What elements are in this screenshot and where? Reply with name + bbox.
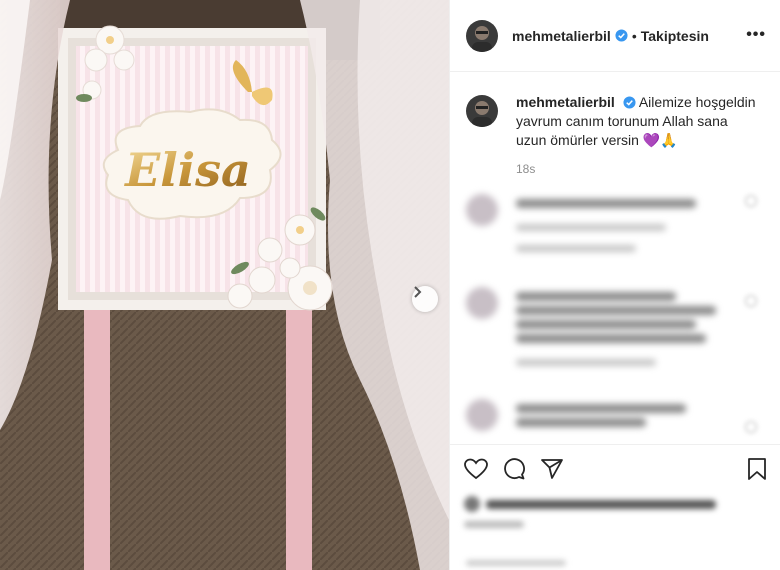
- comment-like-icon[interactable]: [745, 295, 757, 307]
- comment-like-icon[interactable]: [745, 195, 757, 207]
- bookmark-icon[interactable]: [747, 457, 767, 481]
- verified-badge-icon: [623, 96, 636, 109]
- commenter-avatar: [466, 194, 498, 226]
- verified-badge-icon: [615, 29, 628, 42]
- caption-body: mehmetalierbil Ailemize hoşgeldin yavrum…: [516, 93, 756, 150]
- comments-section: mehmetalierbil Ailemize hoşgeldin yavrum…: [450, 73, 780, 443]
- blurred-comment: [466, 194, 765, 257]
- comment-like-icon[interactable]: [745, 421, 757, 433]
- follow-status-button[interactable]: Takiptesin: [641, 28, 709, 44]
- post-sidebar: mehmetalierbil • Takiptesin ••• mehmetal…: [449, 0, 780, 570]
- add-comment-blurred: [466, 560, 566, 566]
- share-icon[interactable]: [540, 457, 564, 481]
- post-photo[interactable]: Elisa: [0, 0, 449, 570]
- commenter-avatar: [466, 399, 498, 431]
- post-header: mehmetalierbil • Takiptesin •••: [450, 0, 780, 72]
- more-options-button[interactable]: •••: [746, 26, 766, 44]
- caption-author-avatar[interactable]: [466, 95, 498, 127]
- sign-text: Elisa: [123, 143, 251, 197]
- post-actions: [450, 444, 780, 528]
- next-photo-button[interactable]: [412, 286, 438, 312]
- heart-icon[interactable]: [464, 458, 488, 480]
- author-avatar[interactable]: [466, 19, 498, 52]
- caption: mehmetalierbil Ailemize hoşgeldin yavrum…: [466, 93, 765, 150]
- instagram-post: Elisa mehmetalierbil • Takiptesin ••• me…: [0, 0, 780, 570]
- blurred-comment: [466, 287, 765, 371]
- post-date-blurred: [464, 521, 524, 528]
- separator-dot: •: [631, 27, 637, 44]
- caption-time[interactable]: 18s: [516, 162, 765, 176]
- photo-illustration: Elisa: [0, 0, 449, 570]
- chevron-right-icon: [414, 286, 422, 298]
- likes-summary-blurred: [464, 496, 767, 512]
- author-username[interactable]: mehmetalierbil: [512, 28, 611, 44]
- comment-icon[interactable]: [502, 457, 526, 481]
- caption-author[interactable]: mehmetalierbil: [516, 94, 615, 110]
- blurred-comment: [466, 399, 765, 432]
- commenter-avatar: [466, 287, 498, 319]
